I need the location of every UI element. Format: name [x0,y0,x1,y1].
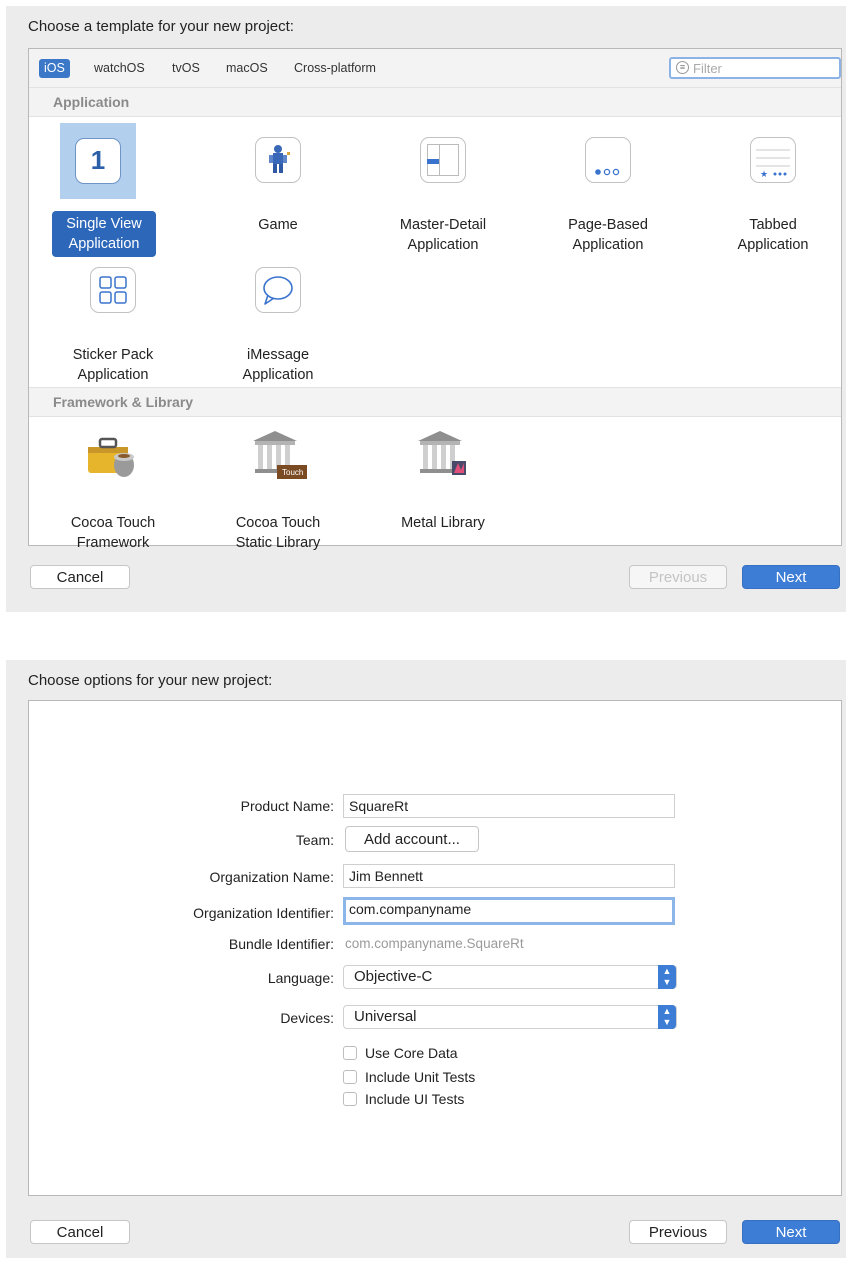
checkbox-label: Include Unit Tests [365,1069,476,1085]
label-line: Application [572,237,644,253]
filter-field[interactable]: ≡ [669,57,841,79]
checkbox-label: Include UI Tests [365,1091,465,1107]
previous-button[interactable]: Previous [629,565,727,589]
bundle-identifier-label: Bundle Identifier: [228,936,334,952]
organization-name-label: Organization Name: [209,869,334,885]
template-label: iMessage Application [208,345,348,385]
tab-ios[interactable]: iOS [39,59,70,78]
section-title: Framework & Library [53,394,194,410]
section-title: Application [53,94,130,110]
language-label: Language: [267,970,334,986]
svg-text:★: ★ [760,170,768,180]
tab-tvos[interactable]: tvOS [167,59,205,78]
label-line: Application [242,367,314,383]
label-line: Application [407,237,479,253]
filter-icon: ≡ [676,61,689,74]
project-options-dialog: Choose options for your new project: Pro… [6,660,846,1258]
template-label: Sticker Pack Application [43,345,183,385]
devices-select[interactable]: Universal ▲ ▼ [343,1005,677,1029]
cancel-button[interactable]: Cancel [30,565,130,589]
next-button[interactable]: Next [742,1220,840,1244]
team-label: Team: [295,832,334,848]
bundle-identifier-value: com.companyname.SquareRt [345,936,524,951]
label-line: Tabbed [749,217,797,233]
section-header-framework-library: Framework & Library [29,387,841,417]
dialog-title: Choose a template for your new project: [28,18,294,35]
organization-identifier-field[interactable]: com.companyname [343,897,675,925]
platform-tab-bar: iOS watchOS tvOS macOS Cross-platform ≡ [29,49,841,88]
page-based-icon [585,137,631,183]
template-label: Single View Application [52,211,156,257]
tab-watchos[interactable]: watchOS [89,59,150,78]
dialog-title: Choose options for your new project: [28,672,273,689]
icon-box [253,265,303,315]
checkbox-box[interactable] [343,1092,357,1106]
label-line: Single View [66,216,142,232]
tab-macos[interactable]: macOS [221,59,273,78]
label-line: Cocoa Touch [70,515,156,531]
template-label: Tabbed Application [703,215,843,255]
checkbox-box[interactable] [343,1046,357,1060]
add-account-button[interactable]: Add account... [345,826,479,852]
imessage-icon [255,267,301,313]
previous-button[interactable]: Previous [629,1220,727,1244]
template-label: Master-Detail Application [373,215,513,255]
label-line: Application [737,237,809,253]
product-name-field[interactable]: SquareRt [343,794,675,818]
library-building-icon: Touch [253,431,307,483]
label-line: Cocoa Touch [235,515,321,531]
icon-box [418,135,468,185]
devices-label: Devices: [280,1010,334,1026]
label-line: Framework [76,535,150,551]
label-line: Sticker Pack [72,347,154,363]
template-label: Game [208,215,348,235]
touch-badge: Touch [282,468,303,477]
template-label: Cocoa Touch Framework [43,513,183,553]
label-line: Application [68,236,140,252]
label-line: Static Library [235,535,321,551]
checkbox-label: Use Core Data [365,1045,458,1061]
label-line: Game [258,217,298,233]
filter-input[interactable] [693,60,833,76]
section-header-application: Application [29,87,841,117]
metal-library-icon [418,431,468,483]
tabbed-icon: ★ [750,137,796,183]
language-value: Objective-C [354,968,433,985]
template-label: Metal Library [373,513,513,533]
template-panel: iOS watchOS tvOS macOS Cross-platform ≡ … [28,48,843,551]
label-line: Page-Based [568,217,648,233]
icon-box [88,265,138,315]
single-view-icon: 1 [75,138,121,184]
checkbox-box[interactable] [343,1070,357,1084]
tab-cross-platform[interactable]: Cross-platform [289,59,381,78]
template-chooser-dialog: Choose a template for your new project: … [6,6,846,612]
organization-name-field[interactable]: Jim Bennett [343,864,675,888]
game-icon [255,137,301,183]
next-button[interactable]: Next [742,565,840,589]
icon-box [253,135,303,185]
chevron-updown-icon: ▲ ▼ [658,1005,676,1029]
icon-box: ★ [748,135,798,185]
cancel-button[interactable]: Cancel [30,1220,130,1244]
label-line: Master-Detail [399,217,487,233]
sticker-pack-icon [90,267,136,313]
master-detail-icon [420,137,466,183]
label-line: Metal Library [401,515,485,531]
selection-tile: 1 [60,123,136,199]
chevron-updown-icon: ▲ ▼ [658,965,676,989]
template-label: Cocoa Touch Static Library [208,513,348,553]
options-panel: Product Name: SquareRt Team: Add account… [28,700,842,1196]
label-line: iMessage [246,347,310,363]
organization-identifier-label: Organization Identifier: [193,905,334,921]
toolbox-icon [88,433,138,483]
product-name-label: Product Name: [240,798,334,814]
language-select[interactable]: Objective-C ▲ ▼ [343,965,677,989]
devices-value: Universal [354,1008,417,1025]
template-label: Page-Based Application [538,215,678,255]
icon-box [583,135,633,185]
label-line: Application [77,367,149,383]
